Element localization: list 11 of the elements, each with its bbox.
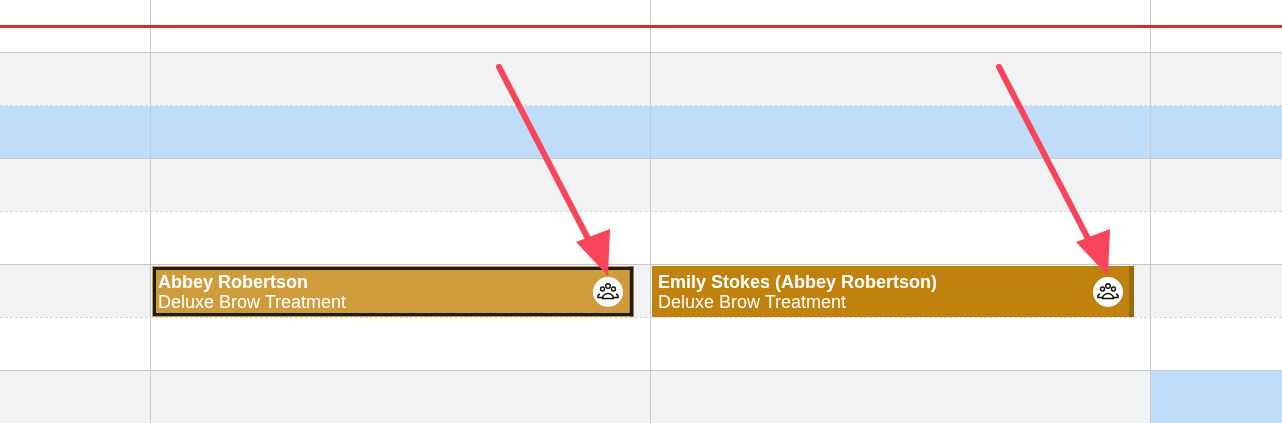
client-name: Emily Stokes (Abbey Robertson) [658, 271, 938, 292]
service-name: Deluxe Brow Treatment [658, 291, 847, 312]
highlighted-slot[interactable] [1151, 371, 1282, 423]
highlighted-slot[interactable] [0, 106, 151, 158]
highlighted-slot[interactable] [1151, 106, 1282, 158]
appointment-block[interactable]: Emily Stokes (Abbey Robertson) Deluxe Brow Treatment [652, 266, 1134, 317]
client-name: Abbey Robertson [158, 271, 309, 292]
highlighted-slot[interactable] [651, 106, 1151, 158]
service-name: Deluxe Brow Treatment [158, 291, 347, 312]
appointment-block[interactable]: Abbey Robertson Deluxe Brow Treatment [152, 266, 634, 317]
highlighted-slot[interactable] [151, 106, 651, 158]
